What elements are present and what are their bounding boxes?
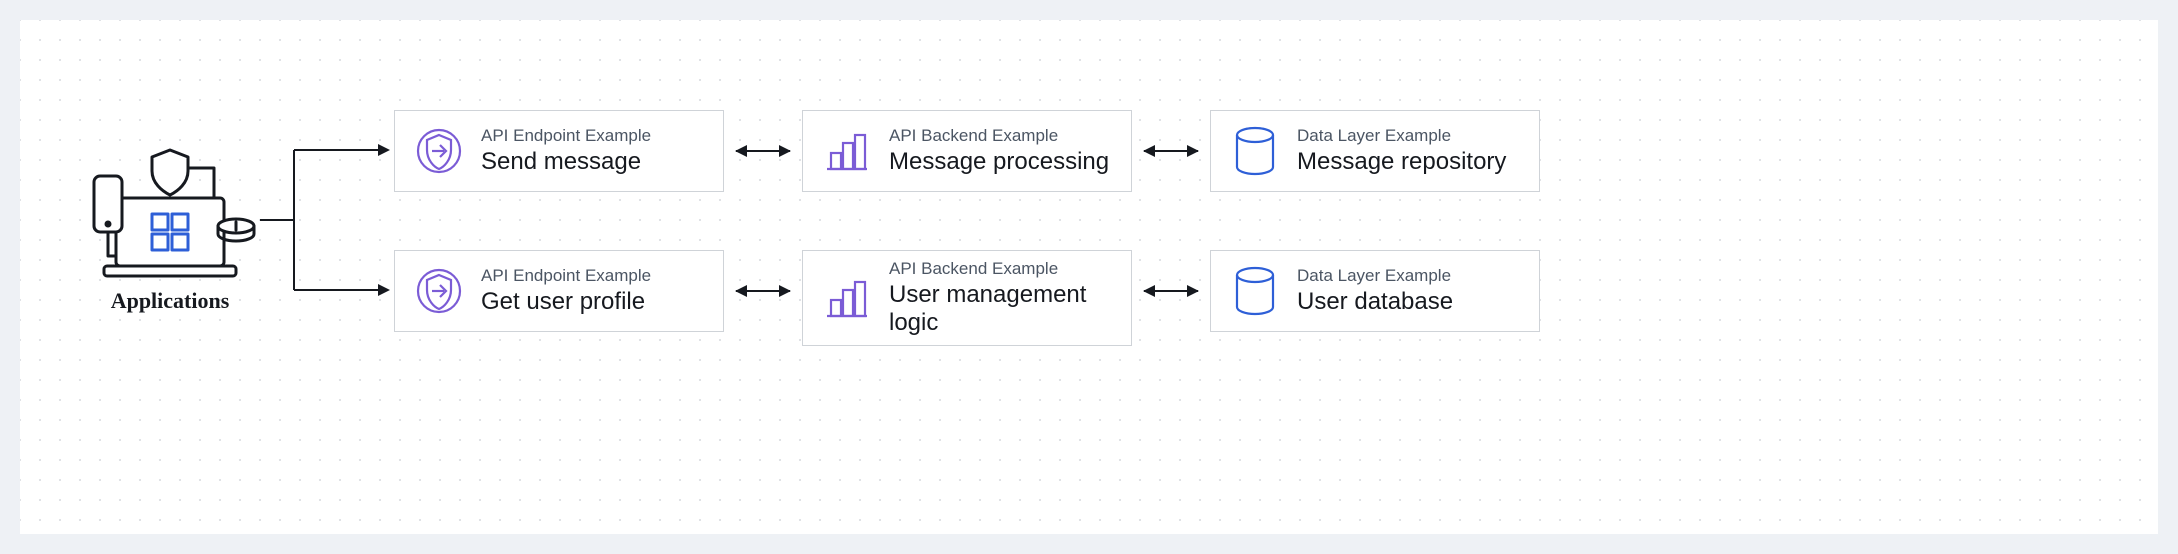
node-endpoint-get-user-profile: API Endpoint Example Get user profile — [394, 250, 724, 332]
node-title: Get user profile — [481, 288, 651, 316]
backend-icon — [823, 127, 871, 175]
node-subtitle: API Endpoint Example — [481, 126, 651, 146]
node-subtitle: Data Layer Example — [1297, 266, 1453, 286]
arrow-tip — [378, 144, 390, 156]
node-data-message-repository: Data Layer Example Message repository — [1210, 110, 1540, 192]
node-title: User management logic — [889, 281, 1111, 336]
bidirectional-arrow — [736, 290, 790, 292]
applications-cluster: Applications — [80, 140, 260, 314]
node-backend-message-processing: API Backend Example Message processing — [802, 110, 1132, 192]
database-icon — [1231, 266, 1279, 316]
database-icon — [1231, 126, 1279, 176]
endpoint-icon — [415, 267, 463, 315]
backend-icon — [823, 274, 871, 322]
node-title: Message processing — [889, 148, 1109, 176]
applications-label: Applications — [80, 288, 260, 314]
node-subtitle: API Backend Example — [889, 126, 1109, 146]
bidirectional-arrow — [1144, 290, 1198, 292]
node-endpoint-send-message: API Endpoint Example Send message — [394, 110, 724, 192]
bidirectional-arrow — [736, 150, 790, 152]
node-data-user-database: Data Layer Example User database — [1210, 250, 1540, 332]
node-title: User database — [1297, 288, 1453, 316]
node-title: Send message — [481, 148, 651, 176]
node-title: Message repository — [1297, 148, 1506, 176]
bidirectional-arrow — [1144, 150, 1198, 152]
architecture-diagram: Applications API Endpoint Example — [20, 20, 2158, 534]
branch-connector — [260, 120, 390, 330]
arrow-tip — [378, 284, 390, 296]
node-subtitle: API Backend Example — [889, 259, 1111, 279]
devices-icon — [80, 140, 260, 280]
endpoint-icon — [415, 127, 463, 175]
node-subtitle: API Endpoint Example — [481, 266, 651, 286]
node-backend-user-management: API Backend Example User management logi… — [802, 250, 1132, 346]
node-subtitle: Data Layer Example — [1297, 126, 1506, 146]
